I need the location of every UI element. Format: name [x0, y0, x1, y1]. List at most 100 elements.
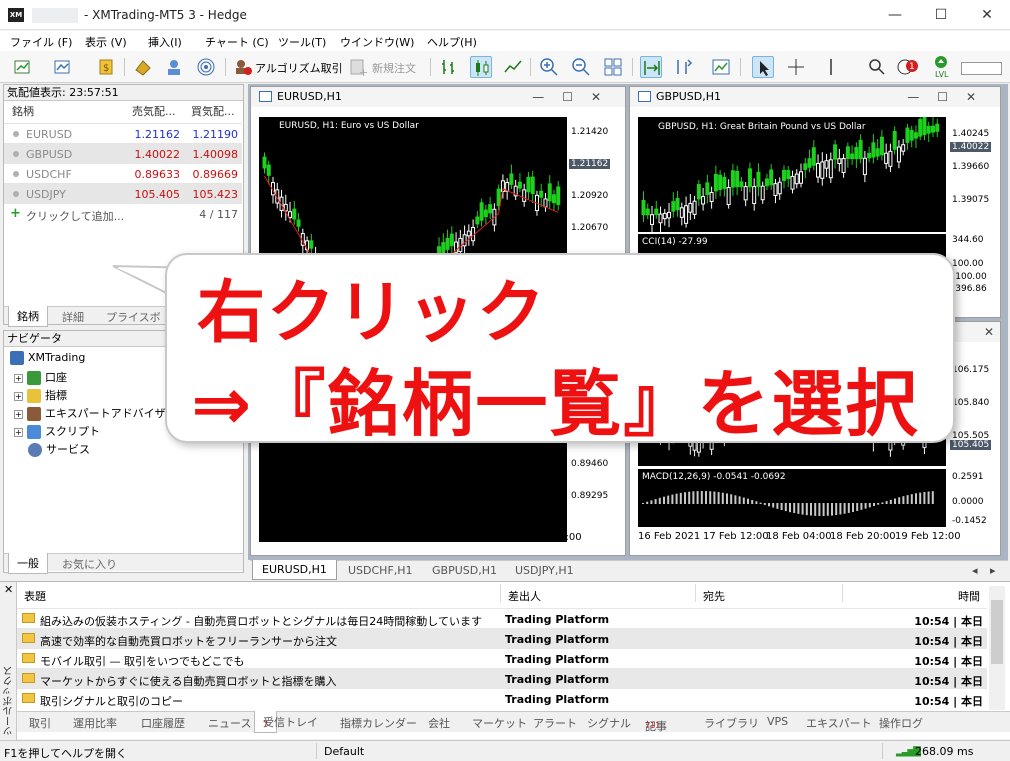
tab-market[interactable]: マーケット [472, 715, 527, 731]
tab-alerts[interactable]: アラート [533, 715, 577, 731]
tab-scroll-right-icon[interactable]: ▸ [990, 564, 996, 577]
chart-shift-icon[interactable] [672, 56, 694, 78]
bar-chart-icon[interactable] [438, 56, 460, 78]
menu-insert[interactable]: 挿入(I) [148, 34, 182, 50]
account-icon[interactable] [897, 56, 919, 78]
tab-journal[interactable]: 操作ログ [879, 715, 923, 731]
tab-details[interactable]: 詳細 [62, 309, 84, 325]
line-chart-icon[interactable] [502, 56, 524, 78]
col-time[interactable]: 時間 [958, 588, 980, 604]
minimize-button[interactable]: — [872, 0, 918, 30]
market-watch-icon[interactable]: $ [95, 56, 117, 78]
tab-articles[interactable]: 記事 711 [645, 715, 667, 733]
profiles-icon[interactable] [52, 56, 74, 78]
templates-icon[interactable] [710, 56, 732, 78]
tab-experts[interactable]: エキスパート [806, 715, 872, 731]
nav-experts[interactable]: + エキスパートアドバイザ(EA [14, 405, 184, 421]
message-row[interactable]: マーケットからすぐに使える自動売買ロボットと指標を購入 Trading Platf… [17, 668, 987, 688]
nav-indicators[interactable]: + 指標 [14, 387, 67, 403]
tab-mailbox[interactable]: 受信トレイ 7 [254, 711, 318, 734]
menu-charts[interactable]: チャート (C) [205, 34, 269, 50]
tab-scroll-left-icon[interactable]: ◂ [972, 564, 978, 577]
window-controls[interactable]: —☐✕ [907, 87, 994, 107]
macd-subwindow[interactable]: MACD(12,26,9) -0.0541 -0.0692 [638, 469, 946, 527]
tab-general[interactable]: 一般 [8, 553, 48, 574]
menu-file[interactable]: ファイル (F) [10, 34, 72, 50]
chart-tab-eurusd[interactable]: EURUSD,H1 [252, 560, 337, 580]
notification-count: 1 [909, 62, 915, 72]
tab-calendar[interactable]: 指標カレンダー [340, 715, 417, 731]
search-icon[interactable] [866, 56, 888, 78]
zoom-out-icon[interactable] [570, 56, 592, 78]
tab-history[interactable]: 口座履歴 [141, 715, 185, 731]
macd-bar [776, 503, 779, 509]
col-to[interactable]: 宛先 [703, 588, 725, 604]
tab-news[interactable]: ニュース [208, 715, 251, 731]
menu-help[interactable]: ヘルプ(H) [427, 34, 477, 50]
col-bid[interactable]: 売気配... [132, 103, 176, 119]
new-chart-icon[interactable] [12, 56, 34, 78]
data-window-icon[interactable] [132, 56, 154, 78]
toolbox-scrollbar[interactable] [989, 586, 1005, 710]
tab-vps[interactable]: VPS [767, 715, 788, 728]
chart-tab-usdjpy[interactable]: USDJPY,H1 [515, 564, 574, 577]
tab-favorites[interactable]: お気に入り [62, 556, 117, 572]
signal-icon[interactable] [195, 56, 217, 78]
col-from[interactable]: 差出人 [508, 588, 541, 604]
nav-accounts[interactable]: + 口座 [14, 369, 67, 385]
autoscroll-icon[interactable] [640, 56, 662, 78]
market-row-eurusd[interactable]: EURUSD 1.21162 1.21190 [4, 123, 242, 143]
algo-trading-icon[interactable] [232, 56, 254, 78]
cursor-icon[interactable] [752, 56, 774, 78]
window-controls[interactable]: —☐✕ [532, 87, 619, 107]
col-ask[interactable]: 買気配... [191, 103, 235, 119]
zoom-in-icon[interactable] [538, 56, 560, 78]
close-button[interactable]: ✕ [964, 0, 1010, 30]
message-row[interactable]: 高速で効率的な自動売買ロボットをフリーランサーから注文 Trading Platf… [17, 628, 987, 648]
message-row[interactable]: 取引シグナルと取引のコピー Trading Platform 10:54 | 本日 [17, 688, 987, 708]
market-row-usdchf[interactable]: USDCHF 0.89633 0.89669 [4, 163, 242, 183]
gbpusd-chart-area[interactable]: GBPUSD, H1: Great Britain Pound vs US Do… [638, 117, 946, 232]
eurusd-window-title[interactable]: EURUSD,H1 —☐✕ [251, 87, 625, 107]
col-subject[interactable]: 表題 [24, 588, 46, 604]
vertical-line-icon[interactable] [820, 56, 842, 78]
nav-scripts[interactable]: + スクリプト [14, 423, 100, 439]
candle [309, 240, 314, 249]
usdjpy-price-2: 105.840 [952, 398, 990, 408]
tab-trade[interactable]: 取引 [29, 715, 51, 731]
message-row[interactable]: 組み込みの仮装ホスティング - 自動売買ロボットとシグナルは毎日24時間稼動して… [17, 608, 987, 628]
tab-company[interactable]: 会社 [428, 715, 450, 731]
menu-view[interactable]: 表示 (V) [85, 34, 127, 50]
candlestick-icon[interactable] [470, 56, 492, 78]
gbpusd-window-title[interactable]: GBPUSD,H1 —☐✕ [630, 87, 1000, 107]
candle [781, 169, 786, 182]
new-order-icon[interactable]: + [347, 56, 369, 79]
add-symbol-row[interactable]: + クリックして追加... 4 / 117 [4, 203, 242, 223]
maximize-button[interactable]: ☐ [918, 0, 964, 30]
tab-symbols[interactable]: 銘柄 [8, 306, 48, 327]
new-order-label[interactable]: 新規注文 [372, 60, 416, 76]
tile-windows-icon[interactable] [602, 56, 624, 78]
tab-exposure[interactable]: 運用比率 [73, 715, 117, 731]
tab-signals[interactable]: シグナル [587, 715, 631, 731]
market-row-usdjpy[interactable]: USDJPY 105.405 105.423 [4, 183, 242, 203]
window-close-icon[interactable]: ✕ [984, 322, 994, 342]
navigator-icon[interactable] [163, 56, 185, 78]
candle [696, 184, 701, 200]
nav-root[interactable]: XMTrading [10, 351, 85, 365]
market-row-gbpusd[interactable]: GBPUSD 1.40022 1.40098 [4, 143, 242, 163]
chart-tab-usdchf[interactable]: USDCHF,H1 [348, 564, 413, 577]
nav-services[interactable]: サービス [28, 441, 90, 457]
message-subject: マーケットからすぐに使える自動売買ロボットと指標を購入 [40, 675, 337, 688]
toolbar-search-input[interactable] [961, 62, 1002, 75]
crosshair-icon[interactable] [785, 56, 807, 78]
scrollbar-thumb[interactable] [991, 600, 1003, 664]
message-row[interactable]: モバイル取引 — 取引をいつでもどこでも Trading Platform 10:5… [17, 648, 987, 668]
menu-tools[interactable]: ツール(T) [278, 34, 326, 50]
algo-trading-label[interactable]: アルゴリズム取引 [255, 60, 343, 76]
tab-library[interactable]: ライブラリ [704, 715, 759, 731]
toolbox-close-icon[interactable]: ✕ [4, 583, 13, 596]
chart-tab-gbpusd[interactable]: GBPUSD,H1 [432, 564, 497, 577]
menu-window[interactable]: ウインドウ(W) [340, 34, 414, 50]
col-symbol[interactable]: 銘柄 [12, 103, 34, 119]
